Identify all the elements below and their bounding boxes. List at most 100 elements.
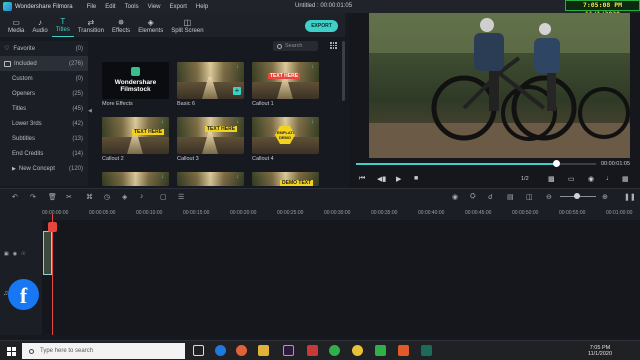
folder-icon: ▭	[12, 17, 20, 27]
title-thumb-callout-1[interactable]: TEXT HERE	[252, 62, 319, 99]
download-icon[interactable]	[161, 120, 166, 125]
playhead-line[interactable]	[52, 214, 53, 335]
grid-view-icon[interactable]	[330, 42, 337, 49]
tab-audio[interactable]: ♪ Audio	[28, 18, 51, 37]
chrome-icon[interactable]	[352, 345, 363, 356]
download-icon[interactable]	[311, 65, 316, 70]
rewind-icon[interactable]: ◀▮	[377, 175, 386, 183]
menu-edit[interactable]: Edit	[105, 4, 115, 10]
tab-media[interactable]: ▭ Media	[4, 18, 28, 37]
download-icon[interactable]	[236, 65, 241, 70]
export-button[interactable]: EXPORT	[305, 20, 338, 32]
title-thumb-callout-3[interactable]: TEXT HERE	[177, 117, 244, 154]
marker-icon[interactable]: ⛭	[470, 193, 476, 201]
tab-transition[interactable]: ⇄ Transition	[74, 18, 108, 37]
menu-view[interactable]: View	[148, 4, 161, 10]
zoom-in-icon[interactable]: ⊕	[602, 193, 608, 201]
sidebar-item-custom[interactable]: Custom (0)	[0, 71, 88, 86]
undo-icon[interactable]: ↶	[12, 193, 18, 201]
download-icon[interactable]	[236, 175, 241, 180]
task-view-icon[interactable]	[193, 345, 204, 356]
volume-icon[interactable]: ♩	[606, 175, 613, 182]
adjust-icon[interactable]: ☰	[178, 193, 184, 201]
sidebar-item-lower-3rds[interactable]: Lower 3rds (42)	[0, 116, 88, 131]
crop-icon[interactable]: ⌘	[86, 193, 93, 201]
mixer-icon[interactable]: ▤	[507, 193, 514, 201]
sidebar-item-label: Titles	[12, 105, 27, 112]
menu-help[interactable]: Help	[196, 4, 208, 10]
sidebar-item-end-credits[interactable]: End Credits (14)	[0, 146, 88, 161]
sidebar-item-openers[interactable]: Openers (25)	[0, 86, 88, 101]
search-icon	[277, 43, 282, 49]
pause-view-icon[interactable]: ❚❚	[624, 193, 636, 201]
title-thumb[interactable]	[177, 172, 244, 186]
library-scrollbar[interactable]	[342, 41, 345, 101]
snapshot-icon[interactable]: ◉	[588, 175, 594, 183]
tab-effects[interactable]: ✵ Effects	[108, 18, 134, 37]
app-icon[interactable]	[329, 345, 340, 356]
split-icon[interactable]: ◫	[526, 193, 533, 201]
taskbar-search-input[interactable]: Type here to search	[22, 343, 185, 359]
voiceover-icon[interactable]: ☌	[488, 193, 493, 201]
timeline-tracks[interactable]	[0, 220, 640, 335]
menu-file[interactable]: File	[87, 4, 97, 10]
sidebar-item-titles[interactable]: Titles (45)	[0, 101, 88, 116]
search-input[interactable]: Search	[273, 41, 318, 51]
fit-icon[interactable]: ▢	[160, 193, 167, 201]
title-thumb-callout-4[interactable]: TEMPLATE DEMO	[252, 117, 319, 154]
file-explorer-icon[interactable]	[258, 345, 269, 356]
render-icon[interactable]: ◉	[452, 193, 458, 201]
windows-start-icon[interactable]	[7, 347, 16, 356]
filmora-taskbar-icon[interactable]	[421, 345, 432, 356]
app-icon[interactable]	[375, 345, 386, 356]
title-thumb-callout-2[interactable]: TEXT HERE	[102, 117, 169, 154]
firefox-icon[interactable]	[236, 345, 247, 356]
preview-seek-handle[interactable]	[553, 160, 560, 167]
title-thumb-more-effects[interactable]: Wondershare Filmstock	[102, 62, 169, 99]
menu-tools[interactable]: Tools	[125, 4, 139, 10]
cut-icon[interactable]: ✂	[66, 193, 72, 201]
download-icon[interactable]	[311, 120, 316, 125]
zoom-slider-handle[interactable]	[574, 193, 580, 199]
step-back-icon[interactable]: ⏮	[359, 175, 365, 183]
timeline-ruler[interactable]: 00:00:00:00 00:00:05:00 00:00:10:00 00:0…	[0, 205, 640, 220]
preview-progress-track[interactable]	[556, 163, 596, 165]
stop-icon[interactable]: ■	[414, 175, 418, 182]
app-icon[interactable]	[307, 345, 318, 356]
menu-export[interactable]: Export	[170, 4, 187, 10]
play-icon[interactable]: ▶	[396, 175, 401, 183]
tab-titles[interactable]: T Titles	[51, 17, 74, 37]
color-icon[interactable]: ◈	[122, 193, 127, 201]
system-clock[interactable]: 7:05 PM 11/1/2020	[588, 345, 612, 357]
tab-elements[interactable]: ◈ Elements	[134, 18, 167, 37]
sidebar-item-favorite[interactable]: ♡ Favorite (0)	[0, 41, 88, 56]
redo-icon[interactable]: ↷	[30, 193, 36, 201]
download-icon[interactable]	[161, 175, 166, 180]
collapse-sidebar-icon[interactable]: ◀	[88, 108, 93, 114]
speed-icon[interactable]: ◷	[104, 193, 110, 201]
fullscreen-icon[interactable]: ▭	[568, 175, 575, 183]
track-lock-icon[interactable]: ▣	[4, 251, 9, 257]
download-icon[interactable]	[236, 120, 241, 125]
zoom-out-icon[interactable]: ⊖	[546, 193, 552, 201]
playhead-handle[interactable]	[48, 222, 57, 232]
title-thumb[interactable]	[102, 172, 169, 186]
title-thumb[interactable]: DEMO TEXT	[252, 172, 319, 186]
add-to-timeline-button[interactable]: +	[233, 87, 241, 95]
premiere-icon[interactable]	[283, 345, 294, 356]
audio-icon[interactable]: ♪	[140, 193, 144, 200]
video-clip[interactable]	[43, 231, 52, 275]
sidebar-item-new-concept[interactable]: ▶ New Concept (120)	[0, 161, 88, 176]
edge-icon[interactable]	[215, 345, 226, 356]
app-icon[interactable]	[398, 345, 409, 356]
track-hide-icon[interactable]: ◉	[13, 251, 17, 257]
sidebar-item-included[interactable]: Included (276)	[0, 56, 88, 71]
preview-video[interactable]	[369, 13, 630, 158]
render-preview-icon[interactable]: ▩	[548, 175, 555, 183]
track-eye-icon[interactable]: ☉	[21, 251, 25, 257]
sidebar-item-subtitles[interactable]: Subtitles (13)	[0, 131, 88, 146]
delete-icon[interactable]: 🗑	[48, 193, 57, 201]
settings-icon[interactable]: ▦	[622, 175, 629, 183]
title-thumb-basic-6[interactable]: +	[177, 62, 244, 99]
tab-split-screen[interactable]: ◫ Split Screen	[167, 18, 207, 37]
